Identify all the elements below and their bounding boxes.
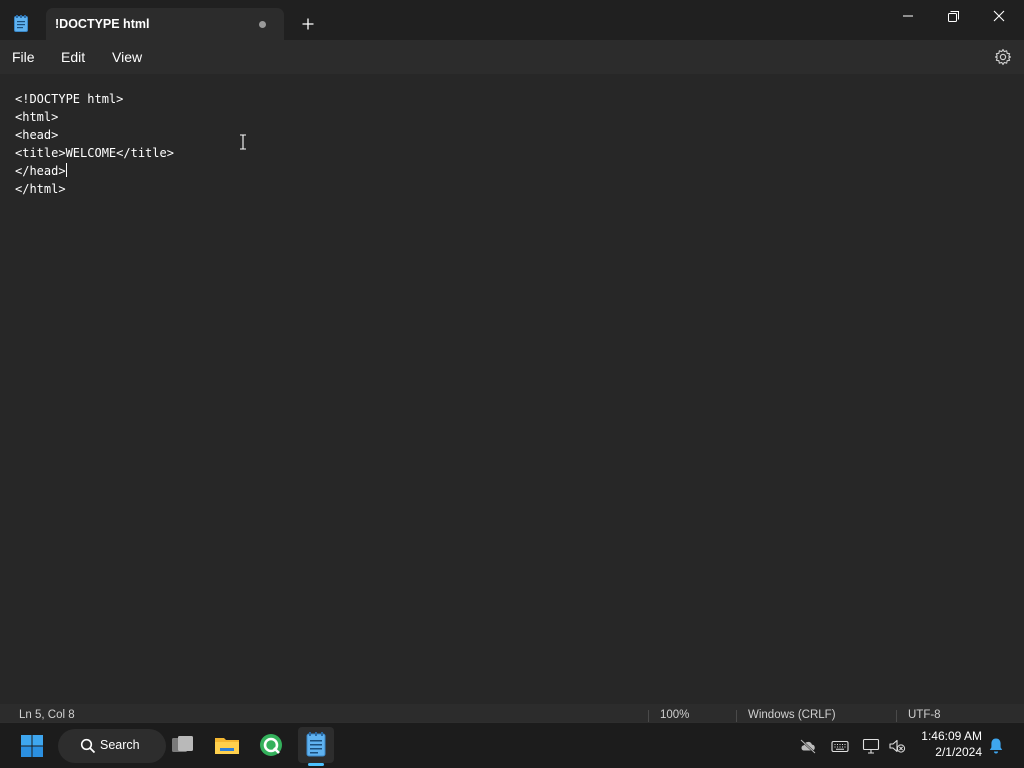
- notepad-app-icon: [14, 15, 28, 32]
- system-clock[interactable]: 1:46:09 AM 2/1/2024: [912, 728, 982, 760]
- new-tab-button[interactable]: [296, 12, 320, 36]
- text-editor-area[interactable]: <!DOCTYPE html> <html> <head> <title>WELCOM…: [0, 74, 1024, 704]
- editor-text[interactable]: <!DOCTYPE html> <html> <head> <title>WELCOM…: [15, 90, 174, 198]
- menu-view[interactable]: View: [112, 49, 142, 65]
- unsaved-indicator-icon[interactable]: [259, 21, 266, 28]
- code-line: <head>: [15, 128, 59, 142]
- restore-button[interactable]: [930, 2, 976, 30]
- settings-gear-icon[interactable]: [994, 48, 1012, 66]
- zoom-level[interactable]: 100%: [660, 709, 689, 721]
- title-bar: !DOCTYPE html: [0, 0, 1024, 40]
- task-view-icon[interactable]: [167, 729, 199, 761]
- ibeam-cursor-icon: [240, 134, 246, 150]
- search-label: Search: [100, 738, 140, 752]
- menu-file[interactable]: File: [12, 49, 35, 65]
- taskbar-search-button[interactable]: Search: [58, 729, 166, 763]
- code-line: </html>: [15, 182, 66, 196]
- text-caret: [65, 163, 67, 177]
- search-icon: [80, 738, 96, 754]
- network-display-icon[interactable]: [862, 737, 880, 755]
- taskbar-notepad-button[interactable]: [298, 727, 334, 763]
- menu-edit[interactable]: Edit: [61, 49, 85, 65]
- keyboard-icon[interactable]: [831, 737, 849, 755]
- windows-start-icon[interactable]: [20, 734, 44, 758]
- tab-document[interactable]: !DOCTYPE html: [46, 8, 284, 40]
- quick-start-icon[interactable]: [255, 729, 287, 761]
- taskbar: Search 1:46:09 AM 2/1/2024: [0, 722, 1024, 768]
- cursor-position: Ln 5, Col 8: [19, 709, 75, 721]
- volume-muted-icon[interactable]: [888, 737, 906, 755]
- line-ending[interactable]: Windows (CRLF): [748, 709, 836, 721]
- encoding[interactable]: UTF-8: [908, 709, 941, 721]
- notepad-icon: [306, 732, 326, 757]
- file-explorer-icon[interactable]: [211, 729, 243, 761]
- code-line: <!DOCTYPE html>: [15, 92, 124, 106]
- menu-bar: File Edit View: [0, 40, 1024, 74]
- clock-time: 1:46:09 AM: [921, 729, 982, 743]
- tab-title: !DOCTYPE html: [55, 17, 150, 31]
- code-line: </head>: [15, 164, 66, 178]
- code-line: <title>WELCOME</title>: [15, 146, 174, 160]
- clock-date: 2/1/2024: [935, 745, 982, 759]
- minimize-button[interactable]: [885, 2, 931, 30]
- active-app-indicator: [308, 763, 324, 766]
- close-button[interactable]: [976, 2, 1022, 30]
- code-line: <html>: [15, 110, 59, 124]
- notification-bell-icon[interactable]: [988, 737, 1004, 755]
- onedrive-offline-icon[interactable]: [799, 737, 817, 755]
